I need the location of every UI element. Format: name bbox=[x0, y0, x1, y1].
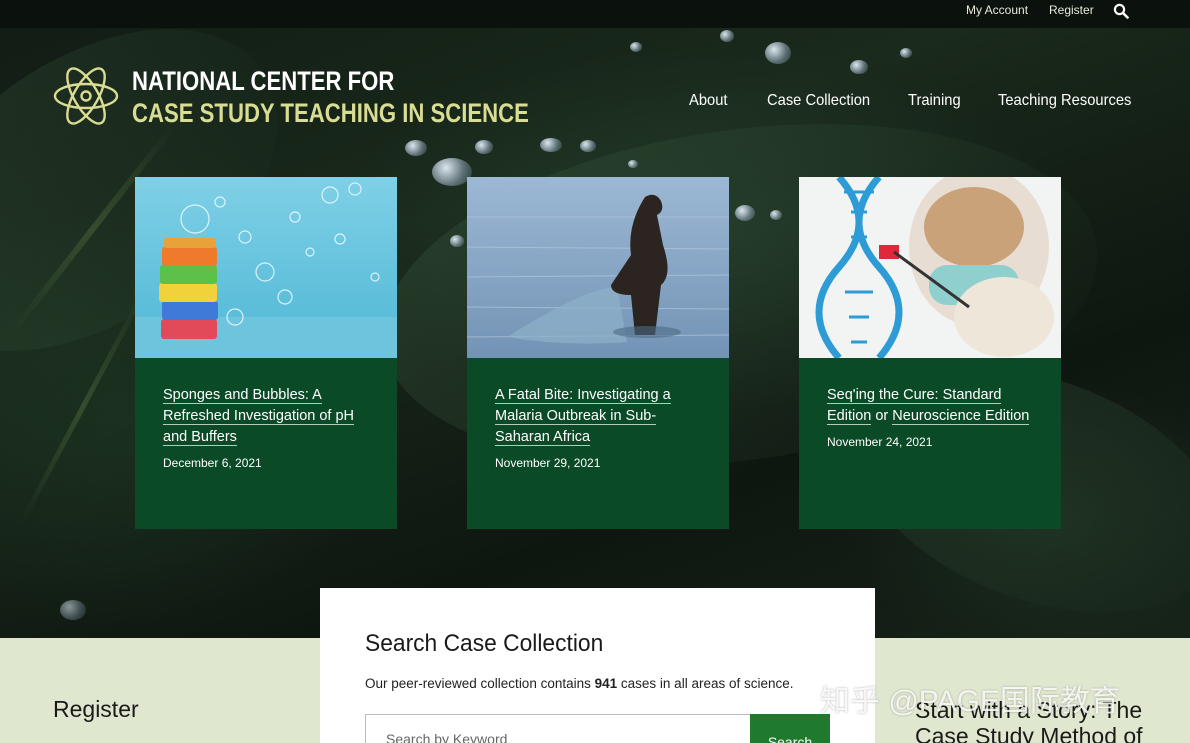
water-droplet bbox=[720, 30, 734, 42]
nav-training[interactable]: Training bbox=[908, 92, 961, 110]
nav-about[interactable]: About bbox=[689, 92, 727, 110]
water-droplet bbox=[735, 205, 755, 221]
case-title-link[interactable]: Neuroscience Edition bbox=[892, 408, 1030, 425]
water-droplet bbox=[450, 235, 464, 247]
logo-title-line2: CASE STUDY TEACHING IN SCIENCE bbox=[132, 98, 529, 128]
water-droplet bbox=[770, 210, 782, 220]
water-droplet bbox=[475, 140, 493, 154]
case-date: November 29, 2021 bbox=[495, 456, 601, 470]
water-droplet bbox=[628, 160, 638, 168]
case-count: 941 bbox=[594, 676, 618, 691]
case-date: December 6, 2021 bbox=[163, 456, 262, 470]
keyword-search-input[interactable]: Search by Keyword bbox=[365, 714, 751, 743]
water-droplet bbox=[630, 42, 642, 52]
nav-teaching-resources[interactable]: Teaching Resources bbox=[998, 92, 1131, 110]
water-droplet bbox=[540, 138, 562, 152]
utility-bar: My Account Register bbox=[0, 0, 1190, 28]
case-title[interactable]: Sponges and Bubbles: A Refreshed Investi… bbox=[163, 385, 375, 448]
water-droplet bbox=[850, 60, 868, 74]
search-title: Search Case Collection bbox=[365, 630, 604, 657]
watermark: 知乎 @PAGE国际教育 bbox=[820, 685, 1120, 718]
case-title[interactable]: A Fatal Bite: Investigating a Malaria Ou… bbox=[495, 385, 707, 448]
logo-title-line1: NATIONAL CENTER FOR bbox=[132, 66, 395, 96]
search-icon[interactable] bbox=[1113, 3, 1129, 19]
featured-case-card[interactable]: Sponges and Bubbles: A Refreshed Investi… bbox=[135, 177, 397, 529]
register-link[interactable]: Register bbox=[1049, 3, 1094, 17]
case-image-fisher[interactable] bbox=[467, 177, 729, 358]
search-panel: Search Case Collection Our peer-reviewed… bbox=[320, 588, 875, 743]
water-droplet bbox=[405, 140, 427, 156]
water-droplet bbox=[580, 140, 596, 152]
case-title[interactable]: Seq'ing the Cure: Standard Edition or Ne… bbox=[827, 385, 1039, 427]
case-image-dna[interactable] bbox=[799, 177, 1061, 358]
site-logo[interactable]: NATIONAL CENTER FOR CASE STUDY TEACHING … bbox=[52, 58, 529, 134]
featured-case-card[interactable]: Seq'ing the Cure: Standard Edition or Ne… bbox=[799, 177, 1061, 529]
case-date: November 24, 2021 bbox=[827, 435, 933, 449]
case-title-link[interactable]: Sponges and Bubbles: A Refreshed Investi… bbox=[163, 387, 355, 446]
featured-case-card[interactable]: A Fatal Bite: Investigating a Malaria Ou… bbox=[467, 177, 729, 529]
search-button[interactable]: Search bbox=[750, 714, 830, 743]
my-account-link[interactable]: My Account bbox=[966, 3, 1028, 17]
case-image-sponges[interactable] bbox=[135, 177, 397, 358]
water-droplet bbox=[432, 158, 472, 186]
case-title-link[interactable]: A Fatal Bite: Investigating a Malaria Ou… bbox=[495, 387, 671, 446]
register-heading: Register bbox=[53, 696, 139, 722]
nav-case-collection[interactable]: Case Collection bbox=[767, 92, 870, 110]
water-droplet bbox=[60, 600, 86, 620]
atom-logo-icon bbox=[53, 67, 119, 125]
search-description: Our peer-reviewed collection contains 94… bbox=[365, 676, 794, 691]
water-droplet bbox=[765, 42, 791, 64]
water-droplet bbox=[900, 48, 912, 58]
case-title-joiner: or bbox=[871, 408, 893, 424]
